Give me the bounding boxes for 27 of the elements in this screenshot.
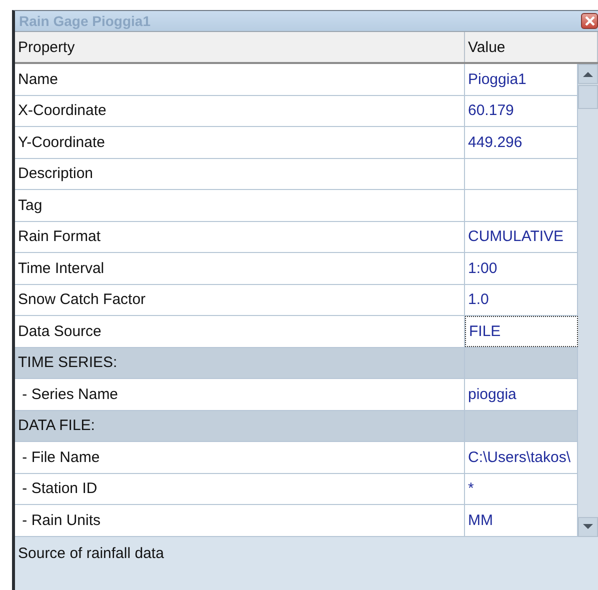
scroll-thumb[interactable] [578,85,598,109]
property-name: Description [15,158,465,189]
column-header: Value [465,32,598,62]
down-arrow-icon [583,524,593,530]
close-button[interactable] [581,13,598,29]
close-icon [584,16,596,26]
property-name: Rain Format [15,222,465,252]
property-name: Snow Catch Factor [15,284,465,315]
scrollbar[interactable] [578,64,598,536]
property-name: - File Name [15,442,465,472]
property-name: Name [15,64,465,94]
scroll-up-button[interactable] [578,64,598,84]
property-name: - Station ID [15,474,465,504]
window-title: Rain Gage Pioggia1 [18,13,150,29]
property-name: Time Interval [15,253,465,284]
up-arrow-icon [583,71,593,77]
section-header: DATA FILE: [15,410,465,441]
section-header: TIME SERIES: [15,348,465,378]
property-name: - Series Name [15,379,465,410]
property-name: X-Coordinate [15,96,465,126]
column-header: Property [15,32,465,62]
property-name: Y-Coordinate [15,127,465,158]
property-name: - Rain Units [15,505,465,536]
scroll-down-button[interactable] [578,516,598,536]
property-description: Source of rainfall data [18,544,164,562]
property-name: Tag [15,190,465,220]
property-name: Data Source [15,316,465,346]
